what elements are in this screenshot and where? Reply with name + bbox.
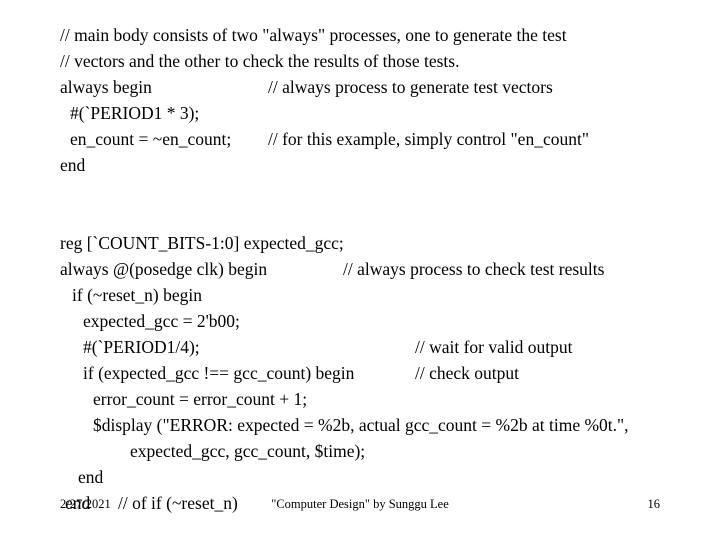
code-text: reg [`COUNT_BITS-1:0] expected_gcc; — [60, 233, 344, 253]
code-text: expected_gcc, gcc_count, $time); — [130, 441, 366, 461]
code-line: // vectors and the other to check the re… — [0, 48, 720, 74]
slide-canvas: // main body consists of two "always" pr… — [0, 0, 720, 540]
code-block: // main body consists of two "always" pr… — [0, 22, 720, 516]
code-line: if (expected_gcc !== gcc_count) begin // … — [0, 360, 720, 386]
code-text: $display ("ERROR: expected = %2b, actual… — [93, 415, 629, 435]
code-text: if (~reset_n) begin — [72, 285, 202, 305]
code-line: always @(posedge clk) begin // always pro… — [0, 256, 720, 282]
code-comment: // always process to check test results — [343, 259, 605, 279]
code-text: always begin — [60, 77, 152, 97]
code-line: if (~reset_n) begin — [0, 282, 720, 308]
code-line: $display ("ERROR: expected = %2b, actual… — [0, 412, 720, 438]
code-text: // vectors and the other to check the re… — [60, 51, 460, 71]
code-text: expected_gcc = 2'b00; — [83, 311, 240, 331]
code-comment: // wait for valid output — [415, 337, 573, 357]
code-text: #(`PERIOD1/4); — [83, 337, 200, 357]
code-line: // main body consists of two "always" pr… — [0, 22, 720, 48]
code-comment: // always process to generate test vecto… — [268, 77, 553, 97]
code-line: end — [0, 464, 720, 490]
code-text: error_count = error_count + 1; — [93, 389, 308, 409]
code-line: expected_gcc = 2'b00; — [0, 308, 720, 334]
code-line: always begin // always process to generat… — [0, 74, 720, 100]
footer-page-number: 16 — [647, 497, 661, 511]
code-text: // main body consists of two "always" pr… — [60, 25, 567, 45]
slide-footer: 2/27/2021 "Computer Design" by Sunggu Le… — [0, 492, 720, 516]
code-line: en_count = ~en_count; // for this example… — [0, 126, 720, 152]
code-text: end — [60, 155, 86, 175]
code-text: #(`PERIOD1 * 3); — [70, 103, 200, 123]
code-line: #(`PERIOD1 * 3); — [0, 100, 720, 126]
code-line: #(`PERIOD1/4); // wait for valid output — [0, 334, 720, 360]
code-line: expected_gcc, gcc_count, $time); — [0, 438, 720, 464]
code-line: reg [`COUNT_BITS-1:0] expected_gcc; — [0, 230, 720, 256]
code-text: always @(posedge clk) begin — [60, 259, 268, 279]
code-line: end — [0, 152, 720, 178]
code-text: end — [78, 467, 104, 487]
code-text: if (expected_gcc !== gcc_count) begin — [83, 363, 355, 383]
code-text: en_count = ~en_count; — [70, 129, 232, 149]
code-comment: // for this example, simply control "en_… — [268, 129, 589, 149]
code-comment: // check output — [415, 363, 520, 383]
code-line: error_count = error_count + 1; — [0, 386, 720, 412]
